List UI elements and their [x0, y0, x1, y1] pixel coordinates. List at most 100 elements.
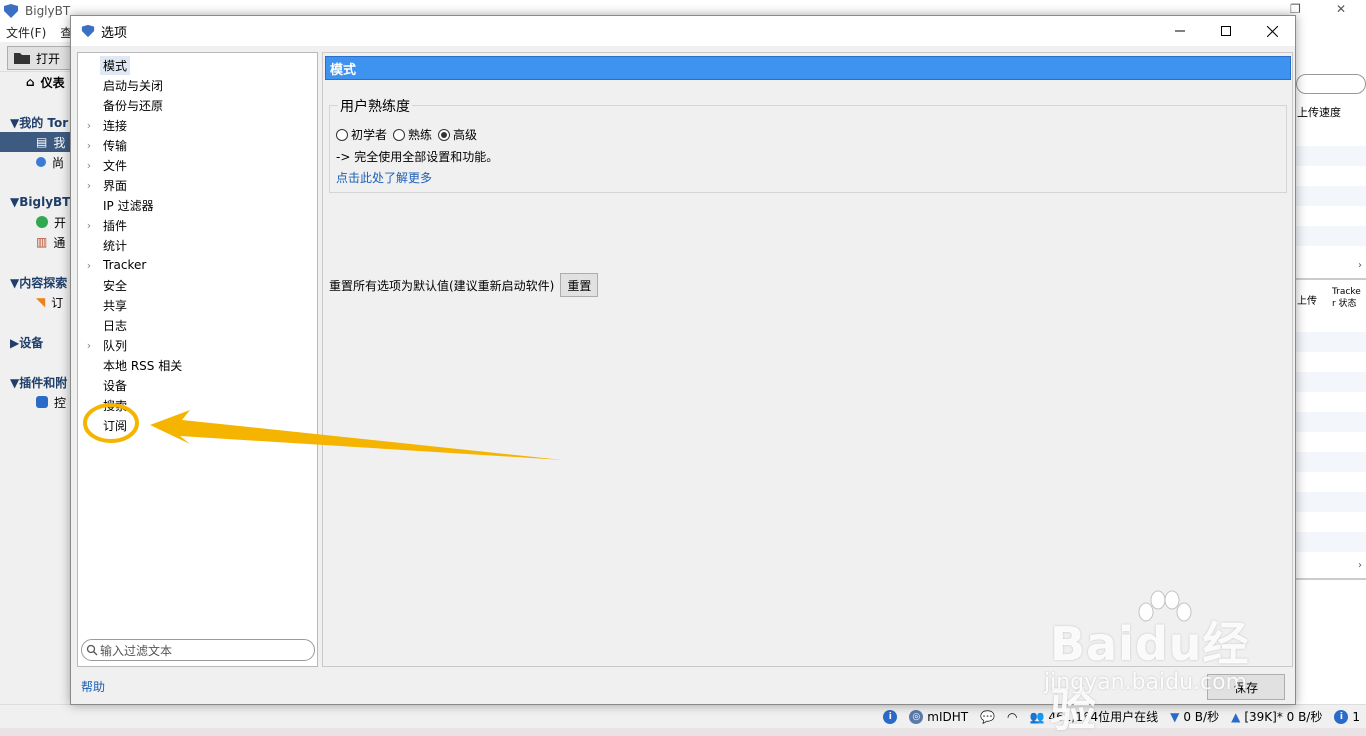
- section-header: 模式: [325, 56, 1291, 80]
- sidebar-header-my-torrents[interactable]: ▼我的 Tor: [0, 112, 68, 132]
- maximize-button[interactable]: [1203, 16, 1249, 46]
- chevron-right-icon[interactable]: ›: [78, 179, 100, 192]
- minimize-button[interactable]: [1157, 16, 1203, 46]
- nav-item[interactable]: › 界面: [78, 175, 317, 195]
- chevron-right-icon[interactable]: ›: [78, 139, 100, 152]
- scroll-right-icon[interactable]: ›: [1358, 260, 1362, 271]
- help-link[interactable]: 帮助: [81, 678, 105, 695]
- learn-more-link[interactable]: 点击此处了解更多: [336, 169, 432, 186]
- nav-item[interactable]: 启动与关闭: [78, 75, 317, 95]
- sidebar-header-content[interactable]: ▼内容探索: [0, 272, 67, 292]
- notebook-icon: ▥: [36, 235, 48, 249]
- group-title: 用户熟练度: [338, 96, 412, 116]
- options-dialog: 选项 模式 启动与关闭 备份与还原 › 连接 › 传输 › 文件 › 界面 IP 过滤器 › 插件 统计 › T…: [70, 15, 1296, 705]
- filter-input[interactable]: 输入过滤文本: [81, 639, 315, 661]
- nav-item[interactable]: › 队列: [78, 335, 317, 355]
- nav-item-label: 设备: [103, 378, 128, 393]
- torrent-list-strip: 上传速度 › 上传 Tracke r 状态 ›: [1296, 42, 1366, 704]
- column-upload-speed[interactable]: 上传速度: [1297, 104, 1341, 120]
- nav-item[interactable]: 安全: [78, 275, 317, 295]
- chevron-right-icon[interactable]: ›: [78, 339, 100, 352]
- nav-item-label: 安全: [103, 278, 128, 293]
- save-button[interactable]: 保存: [1207, 674, 1285, 700]
- maximize-icon: [1221, 26, 1231, 36]
- sidebar-header-biglybt[interactable]: ▼BiglyBT: [0, 192, 70, 212]
- down-arrow-icon: ▼: [1170, 709, 1180, 724]
- biglybt-logo-icon: [4, 4, 18, 18]
- nav-item[interactable]: 搜索: [78, 395, 317, 415]
- nav-item[interactable]: › 文件: [78, 155, 317, 175]
- biglybt-logo-icon: [81, 24, 95, 38]
- status-users[interactable]: 👥 461,164位用户在线: [1030, 708, 1159, 725]
- nav-item[interactable]: 模式: [78, 55, 317, 75]
- status-chat[interactable]: 💬: [980, 710, 995, 724]
- radio-beginner[interactable]: 初学者: [336, 126, 387, 143]
- nav-item-label: 本地 RSS 相关: [103, 358, 183, 373]
- nav-item[interactable]: 订阅: [78, 415, 317, 435]
- nav-item-label: 连接: [103, 118, 128, 133]
- options-nav-tree: 模式 启动与关闭 备份与还原 › 连接 › 传输 › 文件 › 界面 IP 过滤器 › 插件 统计 › Trac…: [77, 52, 318, 667]
- chevron-right-icon[interactable]: ›: [78, 159, 100, 172]
- radio-advanced[interactable]: 高级: [438, 126, 477, 143]
- radio-circle-checked: [438, 128, 451, 141]
- sidebar-item-my-torrents[interactable]: ▤ 我: [0, 132, 80, 152]
- reset-button[interactable]: 重置: [560, 273, 599, 297]
- chevron-right-icon[interactable]: ›: [78, 259, 100, 272]
- nav-item[interactable]: › 传输: [78, 135, 317, 155]
- radio-intermediate[interactable]: 熟练: [393, 126, 432, 143]
- nav-item-label: 搜索: [103, 398, 128, 413]
- nav-item-label: 模式: [100, 55, 131, 75]
- close-button[interactable]: [1249, 16, 1295, 46]
- nav-item[interactable]: › 连接: [78, 115, 317, 135]
- nav-item[interactable]: › 插件: [78, 215, 317, 235]
- info-icon-2: i: [1334, 709, 1349, 724]
- nav-item-label: 订阅: [103, 418, 128, 433]
- menu-file[interactable]: 文件(F): [6, 24, 46, 41]
- column-tracker-status[interactable]: Tracke r 状态: [1332, 286, 1366, 310]
- taskbar-strip: [0, 728, 1366, 736]
- sidebar-header-plugins[interactable]: ▼插件和附: [0, 372, 67, 392]
- nav-item[interactable]: 设备: [78, 375, 317, 395]
- nav-item[interactable]: 共享: [78, 295, 317, 315]
- blue-dot-icon: [36, 157, 46, 167]
- close-icon[interactable]: ✕: [1336, 2, 1346, 16]
- column-upload[interactable]: 上传: [1297, 292, 1317, 307]
- nav-item-label: 统计: [103, 238, 128, 253]
- search-icon: [86, 644, 98, 656]
- nav-item[interactable]: 统计: [78, 235, 317, 255]
- status-count[interactable]: i1: [1334, 709, 1360, 724]
- play-icon: [36, 216, 48, 228]
- right-search-field[interactable]: [1296, 74, 1366, 94]
- sidebar-item-unfinished[interactable]: 尚: [0, 152, 64, 172]
- nav-item-label: 备份与还原: [103, 98, 164, 113]
- nav-item[interactable]: IP 过滤器: [78, 195, 317, 215]
- status-network[interactable]: ◠: [1007, 710, 1017, 724]
- sidebar-header-devices[interactable]: ▶设备: [0, 332, 43, 352]
- nav-item[interactable]: 本地 RSS 相关: [78, 355, 317, 375]
- open-button[interactable]: 打开: [7, 46, 77, 70]
- nav-item-label: 文件: [103, 158, 128, 173]
- nav-item-label: 传输: [103, 138, 128, 153]
- status-bar: i ◎ mIDHT 💬 ◠ 👥 461,164位用户在线 ▼ 0 B/秒 ▲ [39K]…: [0, 704, 1366, 728]
- nav-item[interactable]: 备份与还原: [78, 95, 317, 115]
- nav-item-label: Tracker: [103, 258, 147, 272]
- nav-item[interactable]: 日志: [78, 315, 317, 335]
- status-dht[interactable]: ◎ mIDHT: [909, 709, 968, 724]
- folder-open-icon: [14, 53, 30, 64]
- sidebar-item-dashboard[interactable]: ⌂ 仪表: [0, 72, 65, 92]
- restore-icon[interactable]: ❐: [1290, 2, 1301, 16]
- sidebar-item-start[interactable]: 开: [0, 212, 66, 232]
- scroll-right-icon-2[interactable]: ›: [1358, 560, 1362, 571]
- close-icon: [1266, 25, 1278, 37]
- nav-item[interactable]: › Tracker: [78, 255, 317, 275]
- status-info[interactable]: i: [883, 709, 898, 724]
- status-upload[interactable]: ▲ [39K]* 0 B/秒: [1231, 708, 1322, 725]
- status-download[interactable]: ▼ 0 B/秒: [1170, 708, 1219, 725]
- chevron-right-icon[interactable]: ›: [78, 219, 100, 232]
- sidebar-item-console[interactable]: 控: [0, 392, 66, 412]
- sidebar-item-notify[interactable]: ▥ 通: [0, 232, 65, 252]
- dialog-title: 选项: [101, 25, 128, 41]
- sidebar-item-subscribe[interactable]: ◥ 订: [0, 292, 63, 312]
- chevron-right-icon[interactable]: ›: [78, 119, 100, 132]
- user-proficiency-group: 用户熟练度 初学者 熟练 高级 -> 完全使用全部设置和功能。 点击此处了解更多: [329, 96, 1287, 193]
